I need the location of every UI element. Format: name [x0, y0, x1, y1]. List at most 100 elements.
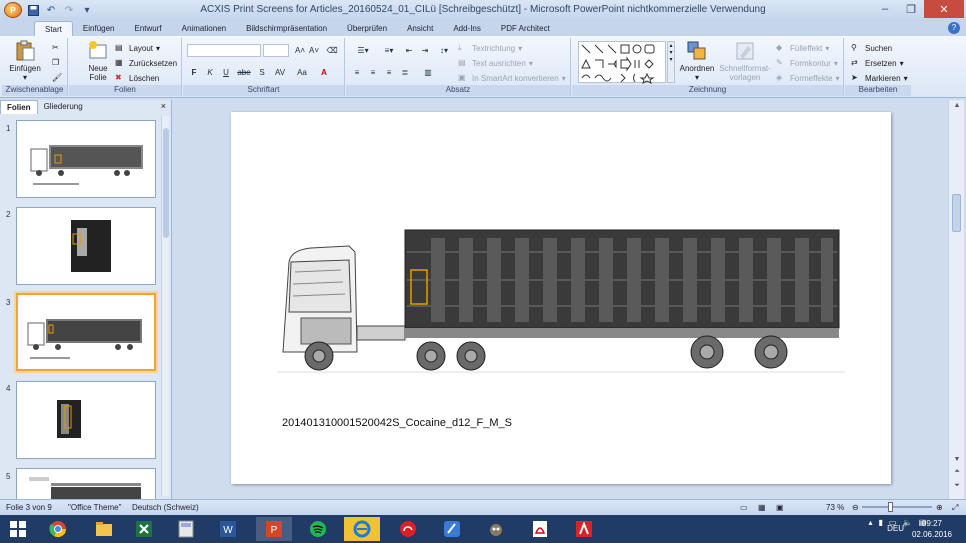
justify-icon[interactable]: ≣ [398, 66, 412, 79]
bullets-button[interactable]: ☰▾ [350, 44, 376, 57]
tab-pdf-architect[interactable]: PDF Architect [491, 21, 560, 36]
align-right-icon[interactable]: ≡ [382, 66, 396, 79]
tab-start[interactable]: Start [34, 21, 73, 36]
quick-styles-button[interactable]: Schnellformat- vorlagen [719, 40, 771, 82]
tab-entwurf[interactable]: Entwurf [125, 21, 172, 36]
shape-outline-button[interactable]: ✎ Formkontur ▾ [776, 56, 838, 70]
excel-icon[interactable] [126, 517, 162, 541]
increase-indent-icon[interactable]: ⇥ [418, 44, 432, 57]
close-button[interactable]: ✕ [924, 0, 964, 18]
align-left-icon[interactable]: ≡ [350, 66, 364, 79]
slides-panel-scrollbar[interactable] [161, 116, 169, 496]
find-button[interactable]: ⚲ Suchen [851, 41, 892, 55]
windows-start-icon[interactable] [0, 517, 36, 541]
zoom-out-icon[interactable]: ⊖ [852, 503, 859, 512]
word-icon[interactable]: W [210, 517, 246, 541]
zoom-slider-handle[interactable] [888, 502, 893, 512]
select-button[interactable]: ➤ Markieren ▾ [851, 71, 908, 85]
shrink-font-button[interactable]: A˅ [307, 44, 321, 57]
slide-caption[interactable]: 201401310001520042S_Cocaine_d12_F_M_S [282, 417, 512, 429]
zoom-in-icon[interactable]: ⊕ [936, 503, 943, 512]
network-icon[interactable]: ▮ [879, 518, 883, 527]
keyboard-language[interactable]: DEU [887, 524, 904, 533]
theme-name[interactable]: "Office Theme" [68, 503, 121, 512]
smartart-button[interactable]: ▣ In SmartArt konvertieren ▾ [458, 71, 566, 85]
slide-thumbnail-2[interactable] [16, 207, 156, 285]
tab-add-ins[interactable]: Add-Ins [443, 21, 491, 36]
text-direction-button[interactable]: ⤓ Textrichtung ▾ [458, 41, 522, 55]
zoom-slider[interactable] [862, 506, 932, 508]
shadow-button[interactable]: S [255, 66, 269, 79]
tab-einfuegen[interactable]: Einfügen [73, 21, 125, 36]
paste-button[interactable]: Einfügen ▾ [8, 40, 42, 82]
change-case-button[interactable]: Aa [293, 66, 311, 79]
pdf-architect-icon[interactable] [434, 517, 470, 541]
new-slide-button[interactable]: Neue Folie [83, 40, 113, 82]
scrollbar-thumb[interactable] [163, 128, 169, 238]
slide-thumbnail-1[interactable] [16, 120, 156, 198]
format-painter-button[interactable]: 🖌 [52, 71, 63, 85]
slide-canvas[interactable]: 201401310001520042S_Cocaine_d12_F_M_S [231, 112, 891, 484]
bold-button[interactable]: F [187, 66, 201, 79]
shape-effects-button[interactable]: ◈ Formeffekte ▾ [776, 71, 840, 85]
shapes-gallery[interactable] [578, 41, 666, 84]
system-clock[interactable]: 09:27 02.06.2016 [912, 518, 952, 540]
grow-font-button[interactable]: A˄ [293, 44, 307, 57]
scroll-up-icon[interactable]: ▲ [952, 102, 962, 112]
tab-slides-panel[interactable]: Folien [0, 100, 38, 114]
slide-sorter-icon[interactable]: ▦ [758, 503, 766, 512]
copy-button[interactable]: ❐ [52, 56, 63, 70]
align-text-button[interactable]: ▤ Text ausrichten ▾ [458, 56, 533, 70]
clear-format-icon[interactable]: ⌫ [325, 44, 339, 57]
powerpoint-icon[interactable]: P [256, 517, 292, 541]
strikethrough-button[interactable]: abe [235, 66, 253, 79]
slideshow-icon[interactable]: ▣ [776, 503, 784, 512]
font-size-combo[interactable] [263, 44, 289, 57]
layout-button[interactable]: ▤ Layout ▾ [115, 41, 160, 55]
underline-button[interactable]: U [219, 66, 233, 79]
calculator-icon[interactable] [168, 517, 204, 541]
next-slide-icon[interactable]: ⏷ [952, 482, 962, 492]
previous-slide-icon[interactable]: ⏶ [952, 468, 962, 478]
tab-ansicht[interactable]: Ansicht [397, 21, 443, 36]
tab-animationen[interactable]: Animationen [172, 21, 236, 36]
spotify-icon[interactable] [300, 517, 336, 541]
close-icon[interactable]: × [161, 101, 166, 111]
scrollbar-thumb[interactable] [952, 194, 961, 232]
char-spacing-button[interactable]: AV [271, 66, 289, 79]
line-spacing-icon[interactable]: ↕▾ [434, 44, 454, 57]
reset-button[interactable]: ▦ Zurücksetzen [115, 56, 177, 70]
acrobat-icon[interactable] [522, 517, 558, 541]
slide-scrollbar[interactable]: ▲ ▼ ⏶ ⏷ [948, 100, 964, 499]
shapes-gallery-scroll[interactable]: ▴ ▾ ▾ [667, 41, 675, 83]
replace-button[interactable]: ⇄ Ersetzen ▾ [851, 56, 904, 70]
slide-thumbnail-3[interactable] [16, 293, 156, 371]
file-explorer-icon[interactable] [86, 517, 122, 541]
zoom-level[interactable]: 73 % [826, 503, 844, 512]
normal-view-icon[interactable]: ▭ [740, 503, 748, 512]
tab-ueberpruefen[interactable]: Überprüfen [337, 21, 397, 36]
decrease-indent-icon[interactable]: ⇤ [402, 44, 416, 57]
delete-slide-button[interactable]: ✖ Löschen [115, 71, 159, 85]
maximize-button[interactable]: ❐ [898, 0, 924, 18]
slide-thumbnail-5[interactable] [16, 468, 156, 499]
tray-expand-icon[interactable]: ▴ [868, 518, 872, 527]
arrange-button[interactable]: Anordnen ▾ [678, 40, 716, 82]
fit-slide-icon[interactable]: ⤢ [952, 503, 958, 513]
font-family-combo[interactable] [187, 44, 261, 57]
columns-icon[interactable]: ▥ [418, 66, 438, 79]
align-center-icon[interactable]: ≡ [366, 66, 380, 79]
avira-icon[interactable] [566, 517, 602, 541]
tab-bildschirmpraesentation[interactable]: Bildschirmpräsentation [236, 21, 337, 36]
gimp-icon[interactable] [478, 517, 514, 541]
chrome-icon[interactable] [40, 517, 76, 541]
slide-thumbnail-4[interactable] [16, 381, 156, 459]
cut-button[interactable]: ✂ [52, 41, 63, 55]
numbering-button[interactable]: ≡▾ [376, 44, 402, 57]
internet-explorer-icon[interactable] [344, 517, 380, 541]
shape-fill-button[interactable]: ◆ Fülleffekt ▾ [776, 41, 829, 55]
minimize-button[interactable]: – [872, 0, 898, 18]
tab-outline-panel[interactable]: Gliederung [38, 100, 89, 114]
help-icon[interactable]: ? [948, 22, 960, 34]
scroll-down-icon[interactable]: ▼ [952, 456, 962, 466]
